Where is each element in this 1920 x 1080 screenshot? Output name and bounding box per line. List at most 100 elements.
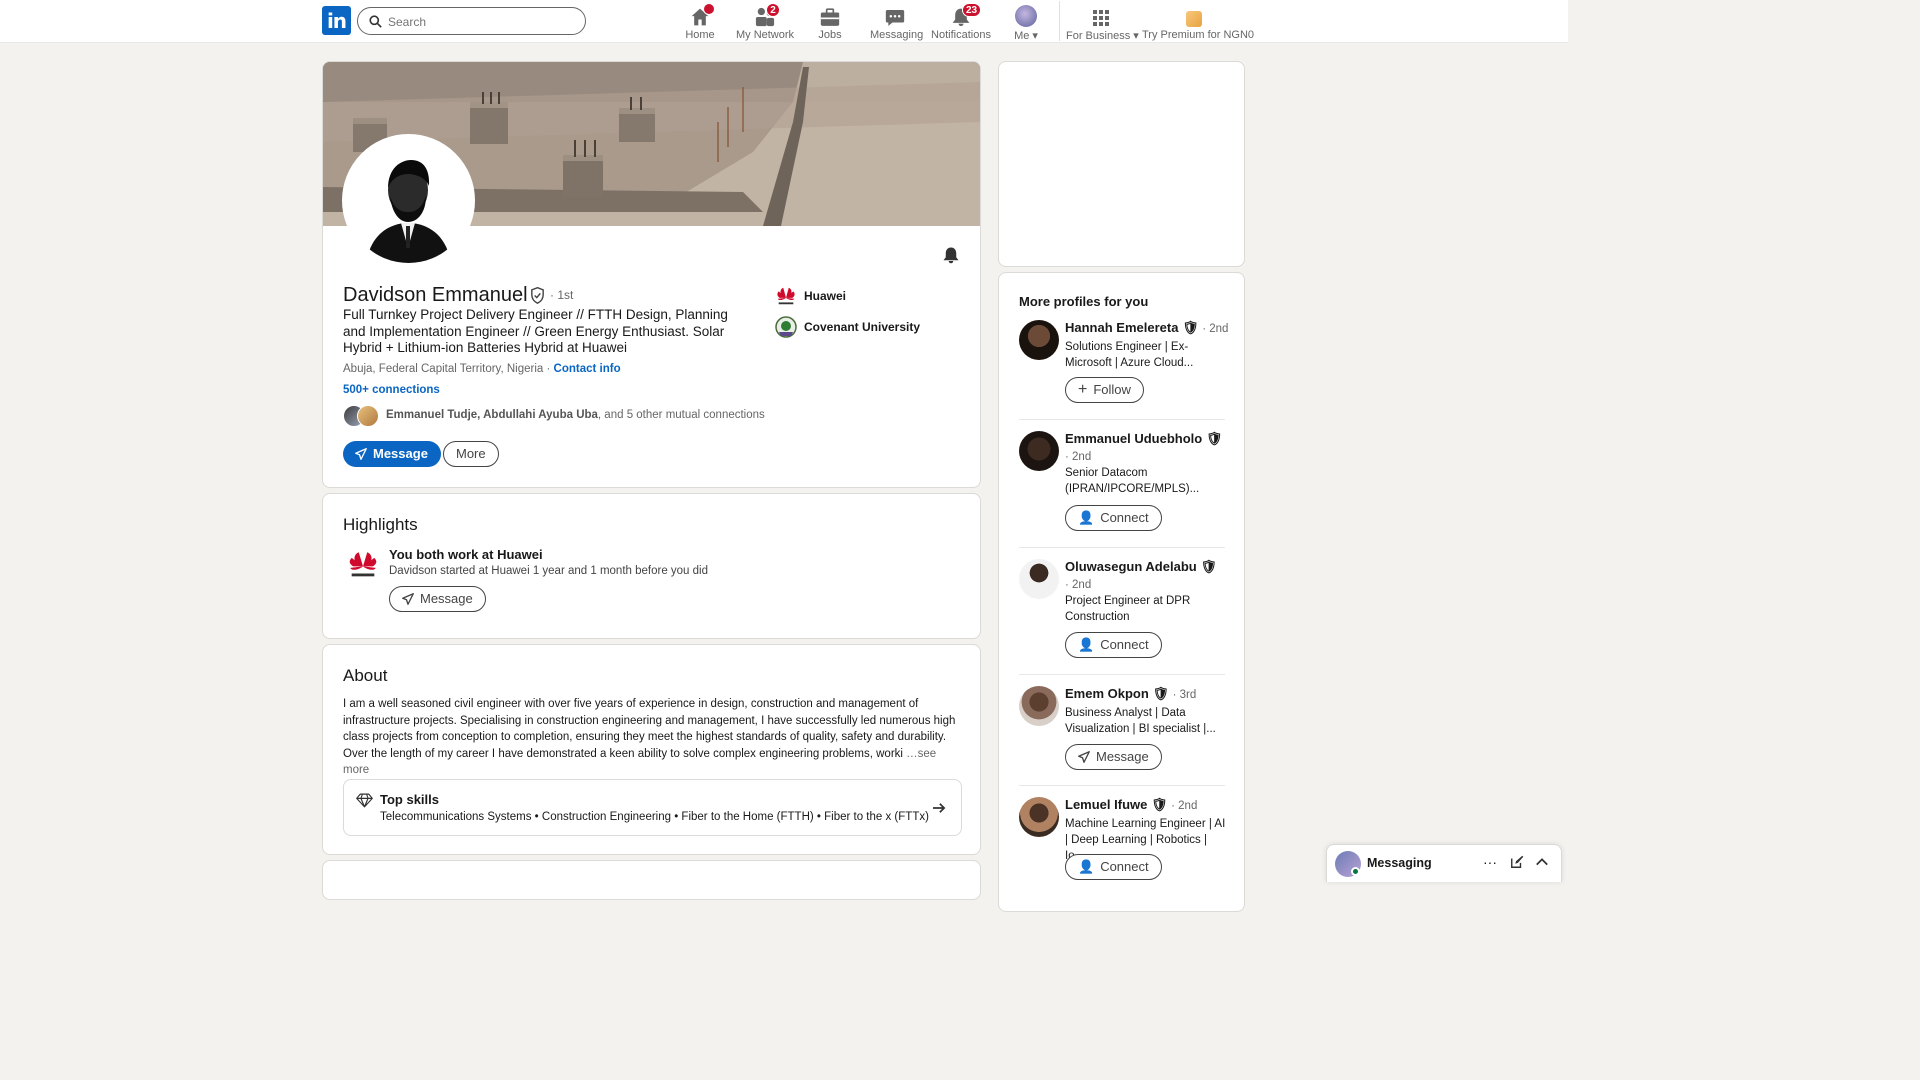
connect-button[interactable]: 👤 Connect	[1065, 505, 1162, 531]
profile-suggestion[interactable]: Oluwasegun Adelabu 🛡 · 2nd Project Engine…	[1019, 559, 1225, 669]
suggestion-headline: Solutions Engineer | Ex-Microsoft | Azur…	[1065, 341, 1194, 369]
verified-badge-icon[interactable]	[529, 287, 546, 304]
suggestion-name: Hannah Emelereta 🛡 · 2nd	[1065, 320, 1229, 335]
org-huawei[interactable]: Huawei	[774, 284, 846, 308]
divider	[1019, 419, 1225, 420]
covenant-university-logo	[774, 315, 798, 339]
next-section-card	[322, 860, 981, 900]
follow-button[interactable]: + Follow	[1065, 377, 1144, 403]
messaging-dock-label: Messaging	[1367, 856, 1432, 870]
nav-messaging-label: Messaging	[870, 29, 924, 41]
me-avatar	[1015, 5, 1037, 27]
apps-grid-icon	[1093, 10, 1109, 26]
add-person-icon: 👤	[1078, 510, 1095, 525]
send-icon	[355, 448, 367, 460]
nav-jobs[interactable]: Jobs	[815, 3, 845, 41]
notification-bell-icon[interactable]	[942, 246, 960, 264]
nav-notifications[interactable]: 23 Notifications	[931, 3, 991, 41]
divider	[1019, 785, 1225, 786]
nav-network-label: My Network	[735, 29, 795, 41]
highlights-card: Highlights You both work at Huawei David…	[322, 493, 981, 639]
ad-card	[998, 61, 1245, 267]
huawei-logo	[346, 548, 380, 582]
add-person-icon: 👤	[1078, 637, 1095, 652]
nav-jobs-label: Jobs	[818, 29, 842, 41]
search-input[interactable]	[388, 12, 568, 32]
profile-suggestion[interactable]: Emmanuel Uduebholo 🛡 · 2nd Senior Datacom…	[1019, 431, 1225, 541]
avatar	[1019, 431, 1059, 471]
nav-for-business[interactable]: For Business ▾	[1066, 3, 1139, 42]
highlight-description: Davidson started at Huawei 1 year and 1 …	[389, 565, 708, 577]
verified-badge-icon: 🛡	[1150, 797, 1168, 812]
connect-button[interactable]: 👤 Connect	[1065, 632, 1162, 658]
avatar	[1019, 797, 1059, 837]
linkedin-logo[interactable]: in	[322, 6, 351, 35]
nav-me[interactable]: Me ▾	[1010, 3, 1042, 42]
suggestion-name: Emmanuel Uduebholo 🛡	[1065, 431, 1223, 446]
highlight-message-button[interactable]: Message	[389, 586, 486, 612]
top-skills-list: Telecommunications Systems • Constructio…	[380, 811, 929, 823]
more-button[interactable]: More	[443, 441, 499, 467]
about-title: About	[343, 666, 388, 685]
avatar	[1019, 320, 1059, 360]
about-text: I am a well seasoned civil engineer with…	[343, 698, 956, 776]
message-button[interactable]: Message	[343, 441, 441, 467]
verified-badge-icon: 🛡	[1205, 431, 1223, 446]
mutual-connections-text: Emmanuel Tudje, Abdullahi Ayuba Uba, and…	[386, 409, 765, 421]
profile-suggestion[interactable]: Lemuel Ifuwe 🛡 · 2nd Machine Learning En…	[1019, 797, 1225, 887]
about-card: About I am a well seasoned civil enginee…	[322, 644, 981, 855]
org-huawei-name: Huawei	[804, 289, 847, 303]
profile-location: Abuja, Federal Capital Territory, Nigeri…	[343, 363, 621, 375]
compose-icon[interactable]	[1510, 855, 1524, 869]
message-button[interactable]: Message	[1065, 744, 1162, 770]
profile-card: Davidson Emmanuel · 1st Full Turnkey Pro…	[322, 61, 981, 488]
more-profiles-title: More profiles for you	[1019, 294, 1149, 309]
top-skills[interactable]: Top skills Telecommunications Systems • …	[343, 779, 962, 836]
nav-divider	[1059, 1, 1060, 41]
avatar	[1019, 559, 1059, 599]
search-icon	[369, 15, 382, 28]
suggestion-name: Lemuel Ifuwe 🛡 · 2nd	[1065, 797, 1198, 812]
divider	[1019, 674, 1225, 675]
org-covenant-name: Covenant University	[804, 320, 921, 334]
chevron-up-icon[interactable]	[1535, 855, 1549, 869]
highlights-title: Highlights	[343, 515, 418, 534]
contact-info-link[interactable]: Contact info	[554, 363, 621, 375]
nav-my-network[interactable]: 2 My Network	[735, 3, 795, 41]
more-profiles-card: More profiles for you Hannah Emelereta 🛡…	[998, 272, 1245, 912]
profile-suggestion[interactable]: Hannah Emelereta 🛡 · 2nd Solutions Engin…	[1019, 320, 1229, 410]
suggestion-headline: Business Analyst | Data Visualization | …	[1065, 707, 1216, 735]
nav-try-premium[interactable]: Try Premium for NGN0	[1142, 3, 1254, 41]
connect-button[interactable]: 👤 Connect	[1065, 854, 1162, 880]
arrow-right-icon[interactable]	[932, 802, 946, 814]
org-covenant-university[interactable]: Covenant University	[774, 315, 920, 339]
profile-suggestion[interactable]: Emem Okpon 🛡 · 3rd Business Analyst | Da…	[1019, 686, 1225, 776]
nav-home[interactable]: Home	[680, 3, 720, 41]
online-status-icon	[1351, 867, 1360, 876]
mutual-avatar	[357, 405, 379, 427]
nav-me-label: Me ▾	[1014, 30, 1038, 42]
messaging-dock[interactable]: Messaging ···	[1326, 844, 1562, 882]
profile-photo[interactable]	[342, 134, 475, 267]
verified-badge-icon: 🛡	[1152, 686, 1169, 701]
top-nav: in Home 2 My Network Jobs Messaging 2	[0, 0, 1568, 43]
nav-messaging[interactable]: Messaging	[870, 3, 924, 41]
notifications-badge: 23	[962, 3, 982, 17]
huawei-logo	[774, 284, 798, 308]
send-icon	[1078, 751, 1090, 763]
more-options-icon[interactable]: ···	[1483, 855, 1497, 869]
send-icon	[402, 593, 414, 605]
nav-for-business-label: For Business ▾	[1066, 30, 1139, 42]
connections-link[interactable]: 500+ connections	[343, 384, 440, 396]
suggestion-name: Emem Okpon 🛡 · 3rd	[1065, 686, 1197, 701]
top-skills-title: Top skills	[380, 792, 439, 807]
suggestion-headline: · 2nd Project Engineer at DPR Constructio…	[1065, 579, 1191, 623]
suggestion-headline: · 2nd Senior Datacom (IPRAN/IPCORE/MPLS).…	[1065, 451, 1200, 495]
network-badge: 2	[766, 3, 780, 17]
avatar	[1019, 686, 1059, 726]
profile-headline: Full Turnkey Project Delivery Engineer /…	[343, 307, 728, 355]
search-box[interactable]	[357, 7, 586, 35]
profile-name: Davidson Emmanuel	[343, 284, 528, 306]
highlight-heading: You both work at Huawei	[389, 547, 543, 562]
verified-badge-icon: 🛡	[1182, 320, 1199, 335]
